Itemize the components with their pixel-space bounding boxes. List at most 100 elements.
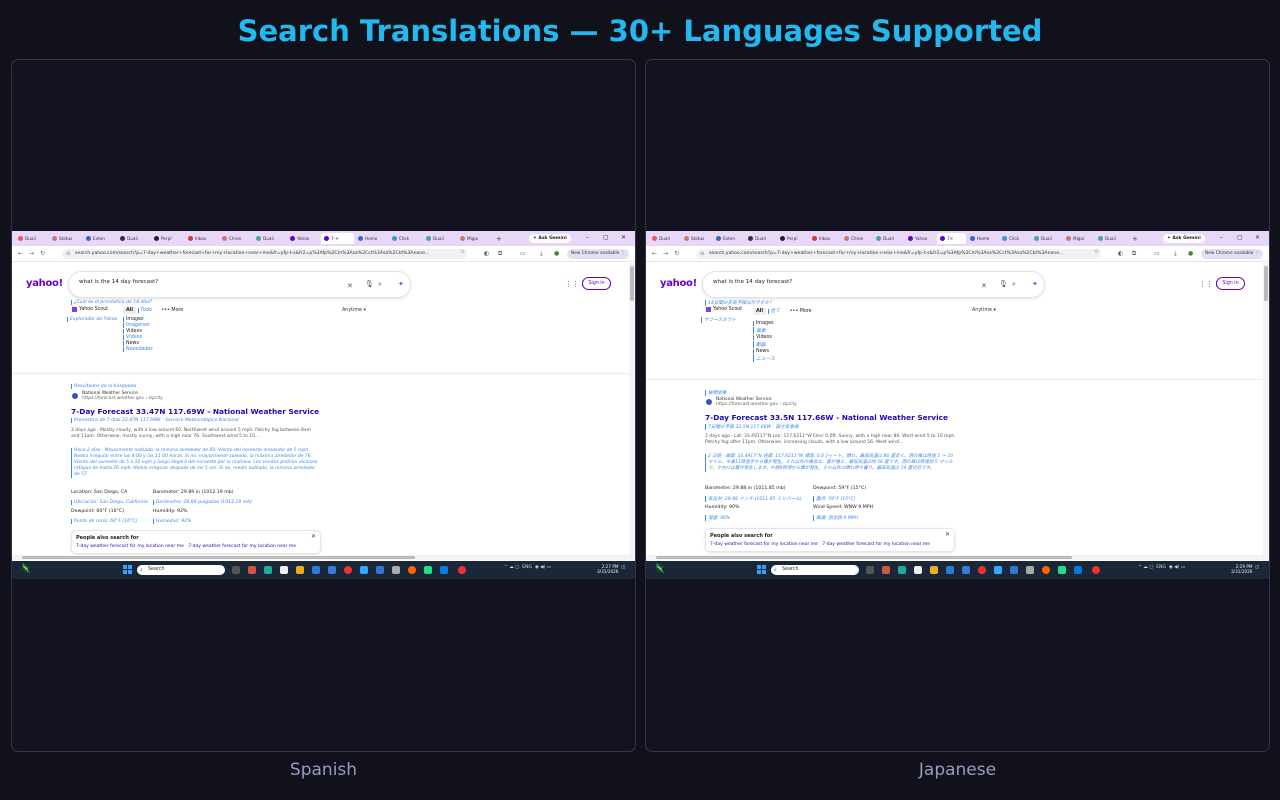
vscode-icon[interactable]: [440, 566, 448, 574]
store-icon[interactable]: [280, 566, 288, 574]
reload-icon[interactable]: ↻: [40, 250, 45, 257]
new-tab-icon[interactable]: +: [496, 235, 502, 243]
sign-in-button[interactable]: Sign in: [1216, 277, 1245, 290]
notifications-icon[interactable]: ◫: [1255, 565, 1259, 570]
cast-icon[interactable]: ▭: [520, 250, 526, 257]
app-icon[interactable]: [360, 566, 368, 574]
browser-tab[interactable]: Yahoo: [287, 233, 320, 244]
forward-icon[interactable]: →: [663, 250, 668, 257]
app-icon[interactable]: [376, 566, 384, 574]
horizontal-scrollbar[interactable]: [12, 555, 629, 560]
app-icon[interactable]: [994, 566, 1002, 574]
bookmark-star-icon[interactable]: ☆: [1094, 248, 1099, 255]
clear-icon[interactable]: ✕: [981, 282, 987, 290]
notifications-icon[interactable]: ◫: [621, 565, 625, 570]
mail-icon[interactable]: [946, 566, 954, 574]
download-icon[interactable]: ⤓: [540, 250, 543, 258]
browser-tab-active[interactable]: 7- ✕: [321, 233, 354, 244]
yahoo-scout-link[interactable]: Yahoo Scout: [706, 307, 742, 312]
browser-tab[interactable]: Chron: [841, 233, 872, 244]
file-explorer-icon[interactable]: [930, 566, 938, 574]
browser-tab[interactable]: Migai: [457, 233, 490, 244]
app-icon[interactable]: [1010, 566, 1018, 574]
filter-images[interactable]: Images: [126, 317, 144, 322]
minimize-icon[interactable]: –: [586, 234, 589, 241]
vertical-scrollbar[interactable]: [629, 263, 635, 561]
horizontal-scrollbar[interactable]: [646, 555, 1263, 560]
filter-news[interactable]: News: [126, 341, 139, 346]
browser-tab[interactable]: Duali: [117, 233, 150, 244]
filter-images[interactable]: Images: [756, 321, 774, 326]
browser-tab[interactable]: Inbox: [809, 233, 840, 244]
browser-tab[interactable]: Migai: [1063, 233, 1094, 244]
file-explorer-icon[interactable]: [296, 566, 304, 574]
task-view-icon[interactable]: [232, 566, 240, 574]
yahoo-scout-link[interactable]: Yahoo Scout: [72, 307, 108, 312]
copilot-icon[interactable]: [248, 566, 256, 574]
edge-icon[interactable]: [898, 566, 906, 574]
app-icon[interactable]: [1058, 566, 1066, 574]
browser-tab[interactable]: Yahoo: [905, 233, 936, 244]
url-bar[interactable]: ⊙ search.yahoo.com/search?p=7-day+weather…: [696, 249, 1101, 259]
browser-tab[interactable]: Click: [389, 233, 422, 244]
browser-tab[interactable]: Inbox: [185, 233, 218, 244]
app-icon[interactable]: [962, 566, 970, 574]
browser-tab[interactable]: Exten: [83, 233, 116, 244]
taskbar-search-box[interactable]: ⌕ Search: [771, 565, 859, 575]
time-filter-dropdown[interactable]: Anytime ▾: [342, 308, 366, 313]
back-icon[interactable]: ←: [18, 250, 23, 257]
close-icon[interactable]: ✕: [621, 234, 626, 241]
close-card-icon[interactable]: ✕: [311, 533, 316, 540]
extension-icon[interactable]: ◐: [484, 250, 489, 257]
browser-tab[interactable]: Home: [967, 233, 998, 244]
firefox-icon[interactable]: [408, 566, 416, 574]
new-chrome-available-button[interactable]: New Chrome available ⋮: [1201, 249, 1264, 259]
related-search-link[interactable]: 7-day weather forecast for my location n…: [76, 544, 184, 549]
new-tab-icon[interactable]: +: [1132, 235, 1138, 243]
ai-sparkle-icon[interactable]: ✦: [1032, 280, 1038, 288]
yahoo-logo[interactable]: yahoo!: [660, 278, 697, 289]
maximize-icon[interactable]: ▢: [1237, 234, 1243, 241]
close-icon[interactable]: ✕: [1255, 234, 1260, 241]
ask-gemini-button[interactable]: ✦ Ask Gemini: [529, 234, 571, 243]
profile-avatar[interactable]: ●: [1188, 250, 1193, 257]
store-icon[interactable]: [914, 566, 922, 574]
more-filters[interactable]: ••• More: [161, 308, 183, 313]
browser-tab[interactable]: Perpl: [777, 233, 808, 244]
browser-tab[interactable]: Exten: [713, 233, 744, 244]
browser-tab-active[interactable]: 7 ✕: [937, 233, 966, 244]
browser-tab[interactable]: Perpl: [151, 233, 184, 244]
search-icon[interactable]: ⌕: [378, 280, 382, 289]
cast-icon[interactable]: ▭: [1154, 250, 1160, 257]
copilot-icon[interactable]: [882, 566, 890, 574]
search-input[interactable]: what is the 14 day forecast? ✕ 🎙 ⌕ ✦: [68, 271, 411, 298]
system-tray[interactable]: ^ ☁ ▢ ENG ◉ ◀) ▭: [504, 565, 551, 570]
related-search-link[interactable]: 7-day weather forecast for my location n…: [822, 542, 930, 547]
system-tray[interactable]: ^ ☁ ▢ ENG ◉ ◀) ▭: [1138, 565, 1185, 570]
related-search-link[interactable]: 7-day weather forecast for my location n…: [188, 544, 296, 549]
new-chrome-available-button[interactable]: New Chrome available ⋮: [567, 249, 630, 259]
maximize-icon[interactable]: ▢: [603, 234, 609, 241]
site-info-icon[interactable]: ⊙: [66, 249, 70, 259]
browser-tab[interactable]: Duali: [745, 233, 776, 244]
mail-icon[interactable]: [312, 566, 320, 574]
filter-all[interactable]: All: [123, 307, 137, 314]
browser-tab[interactable]: Duali: [253, 233, 286, 244]
app-icon[interactable]: [424, 566, 432, 574]
url-bar[interactable]: ⊙ search.yahoo.com/search?p=7-day+weather…: [62, 249, 467, 259]
browser-tab[interactable]: Duali: [423, 233, 456, 244]
browser-tab[interactable]: Duali: [15, 233, 48, 244]
microphone-icon[interactable]: 🎙: [365, 280, 374, 288]
chrome-icon[interactable]: [344, 566, 352, 574]
search-icon[interactable]: ⌕: [1012, 280, 1016, 289]
browser-tab[interactable]: Click: [999, 233, 1030, 244]
ai-sparkle-icon[interactable]: ✦: [398, 280, 404, 288]
result-title-link[interactable]: 7-Day Forecast 33.5N 117.66W - National …: [705, 413, 948, 422]
chrome-icon[interactable]: [1092, 566, 1100, 574]
related-search-link[interactable]: 7-day weather forecast for my location n…: [710, 542, 818, 547]
extensions-puzzle-icon[interactable]: ⧉: [498, 250, 502, 258]
taskbar-clock[interactable]: 2:27 PM 3/31/2026: [597, 564, 618, 574]
reload-icon[interactable]: ↻: [674, 250, 679, 257]
filter-all[interactable]: All: [753, 308, 767, 315]
browser-tab[interactable]: Duali: [873, 233, 904, 244]
